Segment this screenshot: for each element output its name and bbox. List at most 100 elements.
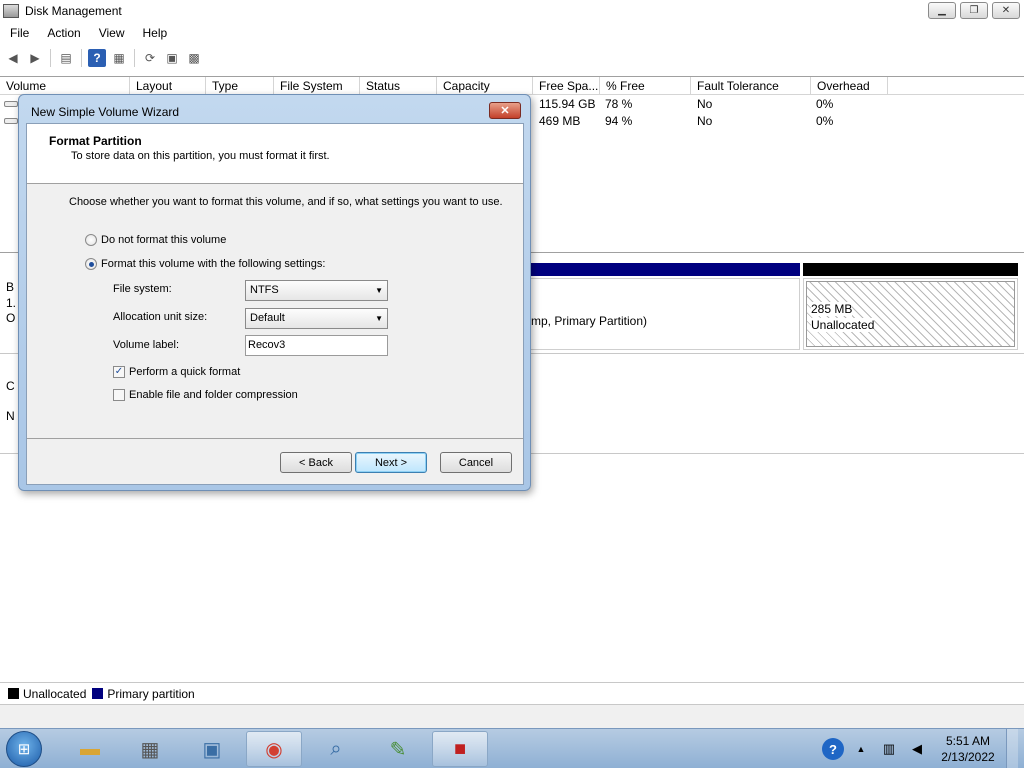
wizard-heading: Format Partition [49,134,142,148]
cell-free-space: 115.94 GB [539,97,596,111]
file-system-label: File system: [113,283,172,295]
properties-icon[interactable]: ▦ [110,49,128,67]
taskbar-remote-desktop[interactable]: ▣ [184,731,240,767]
legend-label-primary: Primary partition [107,686,195,701]
compression-checkbox[interactable] [113,389,125,401]
clock-date: 2/13/2022 [941,750,995,764]
column-type[interactable]: Type [206,77,274,95]
taskbar: ⊞ ▬ ▦ ▣ ◉ ⌕ ✎ ■ ? ▲ ▥ ◀ 5:51 AM 2/13/202… [0,728,1024,768]
legend: Unallocated Primary partition [0,682,1024,704]
legend-swatch-unallocated [8,688,19,699]
chrome-icon: ◉ [265,738,283,761]
compression-checkbox-row[interactable]: Enable file and folder compression [113,389,298,401]
close-icon: ✕ [500,105,510,117]
dialog-title: New Simple Volume Wizard [31,105,180,119]
window-controls: ▁ ❐ ✕ [928,2,1020,19]
rescan-disks-icon[interactable]: ▣ [163,49,181,67]
show-hide-console-tree-icon[interactable]: ▤ [57,49,75,67]
column-layout[interactable]: Layout [130,77,206,95]
taskbar-chrome[interactable]: ◉ [246,731,302,767]
clock[interactable]: 5:51 AM 2/13/2022 [938,733,998,765]
minimize-icon: ▁ [938,5,946,16]
quick-format-checkbox[interactable]: ✓ [113,366,125,378]
menu-view[interactable]: View [89,26,133,40]
forward-arrow-icon[interactable]: ▶ [26,49,44,67]
primary-partition-block[interactable]: mp, Primary Partition) [530,278,800,350]
network-icon[interactable]: ▥ [878,738,900,760]
title-bar: Disk Management ▁ ❐ ✕ [0,0,1024,22]
allocation-unit-label: Allocation unit size: [113,311,208,323]
disk-label-fragment: 1. [6,296,17,310]
wizard-divider [27,438,523,439]
cell-free-space: 469 MB [539,114,581,128]
compression-label: Enable file and folder compression [129,389,298,401]
show-desktop-button[interactable] [1006,729,1018,768]
cancel-button[interactable]: Cancel [440,452,512,473]
volume-icon[interactable]: ◀ [906,738,928,760]
menu-action[interactable]: Action [37,26,88,40]
allocation-unit-value: Default [250,312,285,324]
volume-icon [4,118,18,124]
chevron-down-icon: ▼ [375,314,383,323]
column-volume[interactable]: Volume [0,77,130,95]
volume-icon [4,101,18,107]
cell-percent-free: 78 % [605,97,633,111]
allocation-unit-select[interactable]: Default ▼ [245,308,388,329]
wizard-subheading: To store data on this partition, you mus… [71,150,330,162]
volume-list-header: Volume Layout Type File System Status Ca… [0,77,1024,95]
file-system-select[interactable]: NTFS ▼ [245,280,388,301]
radio-label: Format this volume with the following se… [101,258,326,270]
toolbar-separator [50,49,51,67]
column-fault-tolerance[interactable]: Fault Tolerance [691,77,811,95]
disk-label-fragment: B [6,280,15,294]
radio-button[interactable] [85,234,97,246]
taskbar-calculator[interactable]: ▦ [122,731,178,767]
restore-button[interactable]: ❐ [960,2,988,19]
column-status[interactable]: Status [360,77,437,95]
menu-help[interactable]: Help [133,26,176,40]
taskbar-file-explorer[interactable]: ▬ [62,731,118,767]
taskbar-search-computer[interactable]: ⌕ [308,731,364,767]
dialog-close-button[interactable]: ✕ [489,102,521,119]
refresh-icon[interactable]: ⟳ [141,49,159,67]
radio-do-not-format[interactable]: Do not format this volume [85,234,226,246]
clock-time: 5:51 AM [945,734,991,748]
dialog-body: Format Partition To store data on this p… [26,123,524,485]
column-percent-free[interactable]: % Free [600,77,691,95]
minimize-button[interactable]: ▁ [928,2,956,19]
wizard-header: Format Partition To store data on this p… [27,124,523,184]
unallocated-bar [803,263,1018,276]
volume-label-input[interactable]: Recov3 [245,335,388,356]
next-button[interactable]: Next > [355,452,427,473]
new-simple-volume-wizard: New Simple Volume Wizard ✕ Format Partit… [18,94,531,491]
quick-format-checkbox-row[interactable]: ✓ Perform a quick format [113,366,240,378]
column-file-system[interactable]: File System [274,77,360,95]
chevron-up-icon[interactable]: ▲ [850,738,872,760]
radio-format-volume[interactable]: Format this volume with the following se… [85,258,325,270]
close-button[interactable]: ✕ [992,2,1020,19]
status-bar [0,704,1024,728]
partition-description: mp, Primary Partition) [531,314,648,328]
unallocated-label: Unallocated [811,318,875,332]
cell-overhead: 0% [816,97,834,111]
column-overhead[interactable]: Overhead [811,77,888,95]
radio-button-checked[interactable] [85,258,97,270]
help-icon[interactable]: ? [822,738,844,760]
taskbar-toolbox[interactable]: ■ [432,731,488,767]
column-free-space[interactable]: Free Spa... [533,77,600,95]
settings-icon[interactable]: ▩ [185,49,203,67]
volume-label-label: Volume label: [113,339,180,351]
unallocated-hatch: 285 MB Unallocated [806,281,1015,347]
taskbar-notepad-chart[interactable]: ✎ [370,731,426,767]
menu-file[interactable]: File [0,26,37,40]
back-arrow-icon[interactable]: ◀ [4,49,22,67]
start-button[interactable]: ⊞ [6,731,42,767]
help-icon[interactable]: ? [88,49,106,67]
disk-label-fragment: C [6,379,15,393]
wizard-prompt: Choose whether you want to format this v… [69,196,503,208]
back-button[interactable]: < Back [280,452,352,473]
close-icon: ✕ [1001,5,1011,16]
primary-partition-bar [530,263,800,276]
unallocated-block[interactable]: 285 MB Unallocated [803,278,1018,350]
column-capacity[interactable]: Capacity [437,77,533,95]
